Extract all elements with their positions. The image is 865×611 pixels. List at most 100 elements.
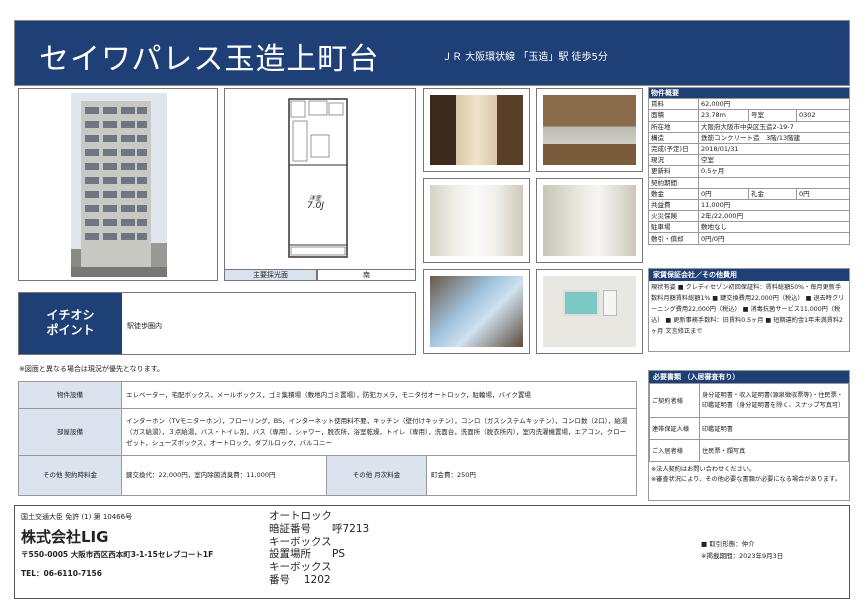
access-memo: オートロック 暗証番号 呼7213 キーボックス 設置場所 PS キーボックス … — [269, 510, 369, 587]
guarantee-title: 家賃保証会社／その他費用 — [649, 269, 849, 281]
caption-orientation: 主要採光面 — [224, 269, 317, 281]
spec-label: 契約期間 — [648, 176, 699, 189]
memo-line: オートロック — [269, 510, 332, 522]
monthly-fee-label: その他 月次料金 — [326, 455, 427, 496]
documents-title: 必要書類 （入居審査有り） — [649, 371, 849, 383]
table-row: 完成(予定)日 2018/01/31 — [648, 142, 850, 156]
company-tel: TEL：06-6110-7156 — [21, 569, 102, 578]
spec-label: 完成(予定)日 — [648, 142, 699, 156]
guarantee-text: 現状有姿 ■ クレディセゾン初回保証料：賃料総額50%・毎月更新手数料月額賃料総… — [651, 284, 845, 335]
floorplan-drawing — [288, 98, 348, 258]
station-access: ＪＲ 大阪環状線 「玉造」駅 徒歩5分 — [442, 52, 608, 63]
table-row: 物件設備 エレベーター，宅配ボックス，メールボックス，ゴミ集積場（敷地内ゴミ置場… — [18, 381, 637, 409]
table-row: 所在地 大阪府大阪市中央区玉造2-19-7 — [648, 120, 850, 133]
fee-value: 鍵交換代：22,000円，室内除菌消臭費：11,000円 — [121, 455, 327, 496]
doc-value: 住民票・顔写真 — [699, 439, 849, 462]
memo-line: 暗証番号 呼7213 — [269, 522, 370, 535]
spec-section-title: 物件概要 — [648, 86, 850, 100]
spec-label: 賃料 — [648, 98, 699, 111]
spec-value: 大阪府大阪市中央区玉造2-19-7 — [698, 120, 850, 133]
spec-value: 0円 — [698, 187, 749, 200]
table-row: 共益費 11,000円 — [648, 198, 850, 212]
deal-type: ■ 取引形態：仲介 — [701, 540, 755, 548]
doc-label: 連帯保証人様 — [649, 417, 700, 440]
spec-label: 所在地 — [648, 120, 699, 133]
highlight-label: イチオシ ポイント — [19, 293, 122, 354]
table-row: 更新料 0.5ヶ月 — [648, 165, 850, 178]
table-row: 駐車場 敷地なし — [648, 221, 850, 234]
doc-label: ご入居者様 — [649, 439, 700, 462]
spec-value: 11,000円 — [698, 198, 850, 212]
caption-direction: 南 — [317, 269, 416, 281]
spec-label: 火災保険 — [648, 210, 699, 223]
doc-value: 身分証明書・収入証明書(源泉徴収票等)・住民票・印鑑証明書（身分証明書を除く、ス… — [699, 383, 849, 418]
doc-value: 印鑑証明書 — [699, 417, 849, 440]
facility-label: 部屋設備 — [18, 408, 122, 456]
spec-label: 号室 — [748, 109, 797, 122]
spec-label: 共益費 — [648, 198, 699, 212]
property-title: セイワパレス玉造上町台 — [39, 42, 380, 77]
spec-value: 62,000円 — [698, 98, 850, 111]
table-row: ご入居者様 住民票・顔写真 — [649, 439, 849, 462]
highlight-text: 駅徒歩圏内 — [127, 322, 162, 330]
spec-value: 2018/01/31 — [698, 142, 850, 156]
spec-value: 敷地なし — [698, 221, 850, 234]
company-address: 〒550-0005 大阪市西区西本町3-1-15セレブコート1F — [21, 550, 214, 559]
spec-value: 0円 — [796, 187, 850, 200]
facility-label: 物件設備 — [18, 381, 122, 409]
spec-value — [698, 176, 850, 189]
spec-label: 面積 — [648, 109, 699, 122]
table-row: 賃料 62,000円 — [648, 98, 850, 111]
highlight-box: イチオシ ポイント 駅徒歩圏内 — [18, 292, 416, 355]
building-photo — [71, 93, 167, 277]
facilities-table: 物件設備 エレベーター，宅配ボックス，メールボックス，ゴミ集積場（敷地内ゴミ置場… — [18, 381, 637, 496]
license-number: 国土交通大臣 免許 (1) 第 10466号 — [21, 513, 133, 521]
doc-label: ご契約者様 — [649, 383, 700, 418]
documents-box: 必要書類 （入居審査有り） ご契約者様 身分証明書・収入証明書(源泉徴収票等)・住… — [648, 370, 850, 501]
table-row: 面積 23.78m 号室 0302 — [648, 109, 850, 122]
table-row: 火災保険 2年/22,000円 — [648, 210, 850, 223]
monthly-fee-value: 町会費：250円 — [426, 455, 637, 496]
spec-value: 0302 — [796, 109, 850, 122]
spec-value: 0円/0円 — [698, 232, 850, 245]
table-row: 敷金 0円 礼金 0円 — [648, 187, 850, 200]
footer: 国土交通大臣 免許 (1) 第 10466号 株式会社LIG 〒550-0005… — [14, 505, 850, 599]
spec-label: 礼金 — [748, 187, 797, 200]
highlight-label-line1: イチオシ — [46, 308, 95, 322]
table-row: 連帯保証人様 印鑑証明書 — [649, 417, 849, 440]
photo-intercom — [536, 269, 643, 354]
facility-value: インターホン（TVモニターホン），フローリング，BS，インターネット使用料不要，… — [121, 408, 637, 456]
memo-line: 設置場所 PS — [269, 548, 345, 561]
guarantee-box: 家賃保証会社／その他費用 現状有姿 ■ クレディセゾン初回保証料：賃料総額50%… — [648, 268, 850, 352]
highlight-label-line2: ポイント — [46, 323, 95, 337]
table-row: ご契約者様 身分証明書・収入証明書(源泉徴収票等)・住民票・印鑑証明書（身分証明書… — [649, 383, 849, 418]
spec-value: 空室 — [698, 154, 850, 167]
spec-label: 構造 — [648, 131, 699, 144]
facility-value: エレベーター，宅配ボックス，メールボックス，ゴミ集積場（敷地内ゴミ置場），防犯カ… — [121, 381, 637, 409]
spec-value: 0.5ヶ月 — [698, 165, 850, 178]
title-banner: セイワパレス玉造上町台 ＪＲ 大阪環状線 「玉造」駅 徒歩5分 — [14, 20, 850, 86]
photo-balcony — [423, 269, 530, 354]
photo-hallway — [423, 88, 530, 172]
memo-line: キーボックス — [269, 535, 332, 548]
spec-label: 更新料 — [648, 165, 699, 178]
company-name: 株式会社LIG — [21, 528, 109, 546]
spec-label: 敷引・償却 — [648, 232, 699, 245]
memo-line: キーボックス — [269, 561, 332, 574]
documents-note: ※法人契約はお問い合わせください。 ※審査状況により、その他必要な書類が必要にな… — [651, 466, 841, 483]
photo-laundry — [536, 178, 643, 263]
table-row: 契約期間 — [648, 176, 850, 189]
table-row: 部屋設備 インターホン（TVモニターホン），フローリング，BS，インターネット使… — [18, 408, 637, 456]
plan-note: ※図面と異なる場合は現況が優先となります。 — [19, 365, 164, 373]
spec-value: 2年/22,000円 — [698, 210, 850, 223]
memo-line: 番号 1202 — [269, 573, 331, 586]
listing-date: ※掲載期間：2023年9月3日 — [701, 552, 784, 560]
spec-label: 現況 — [648, 154, 699, 167]
spec-value: 23.78m — [698, 109, 749, 122]
building-photo-frame — [18, 88, 218, 281]
table-row: 現況 空室 — [648, 154, 850, 167]
spec-value: 鉄筋コンクリート造 3階/13階建 — [698, 131, 850, 144]
table-row: 構造 鉄筋コンクリート造 3階/13階建 — [648, 131, 850, 144]
spec-label: 駐車場 — [648, 221, 699, 234]
room-size: 7.0J — [307, 201, 324, 211]
